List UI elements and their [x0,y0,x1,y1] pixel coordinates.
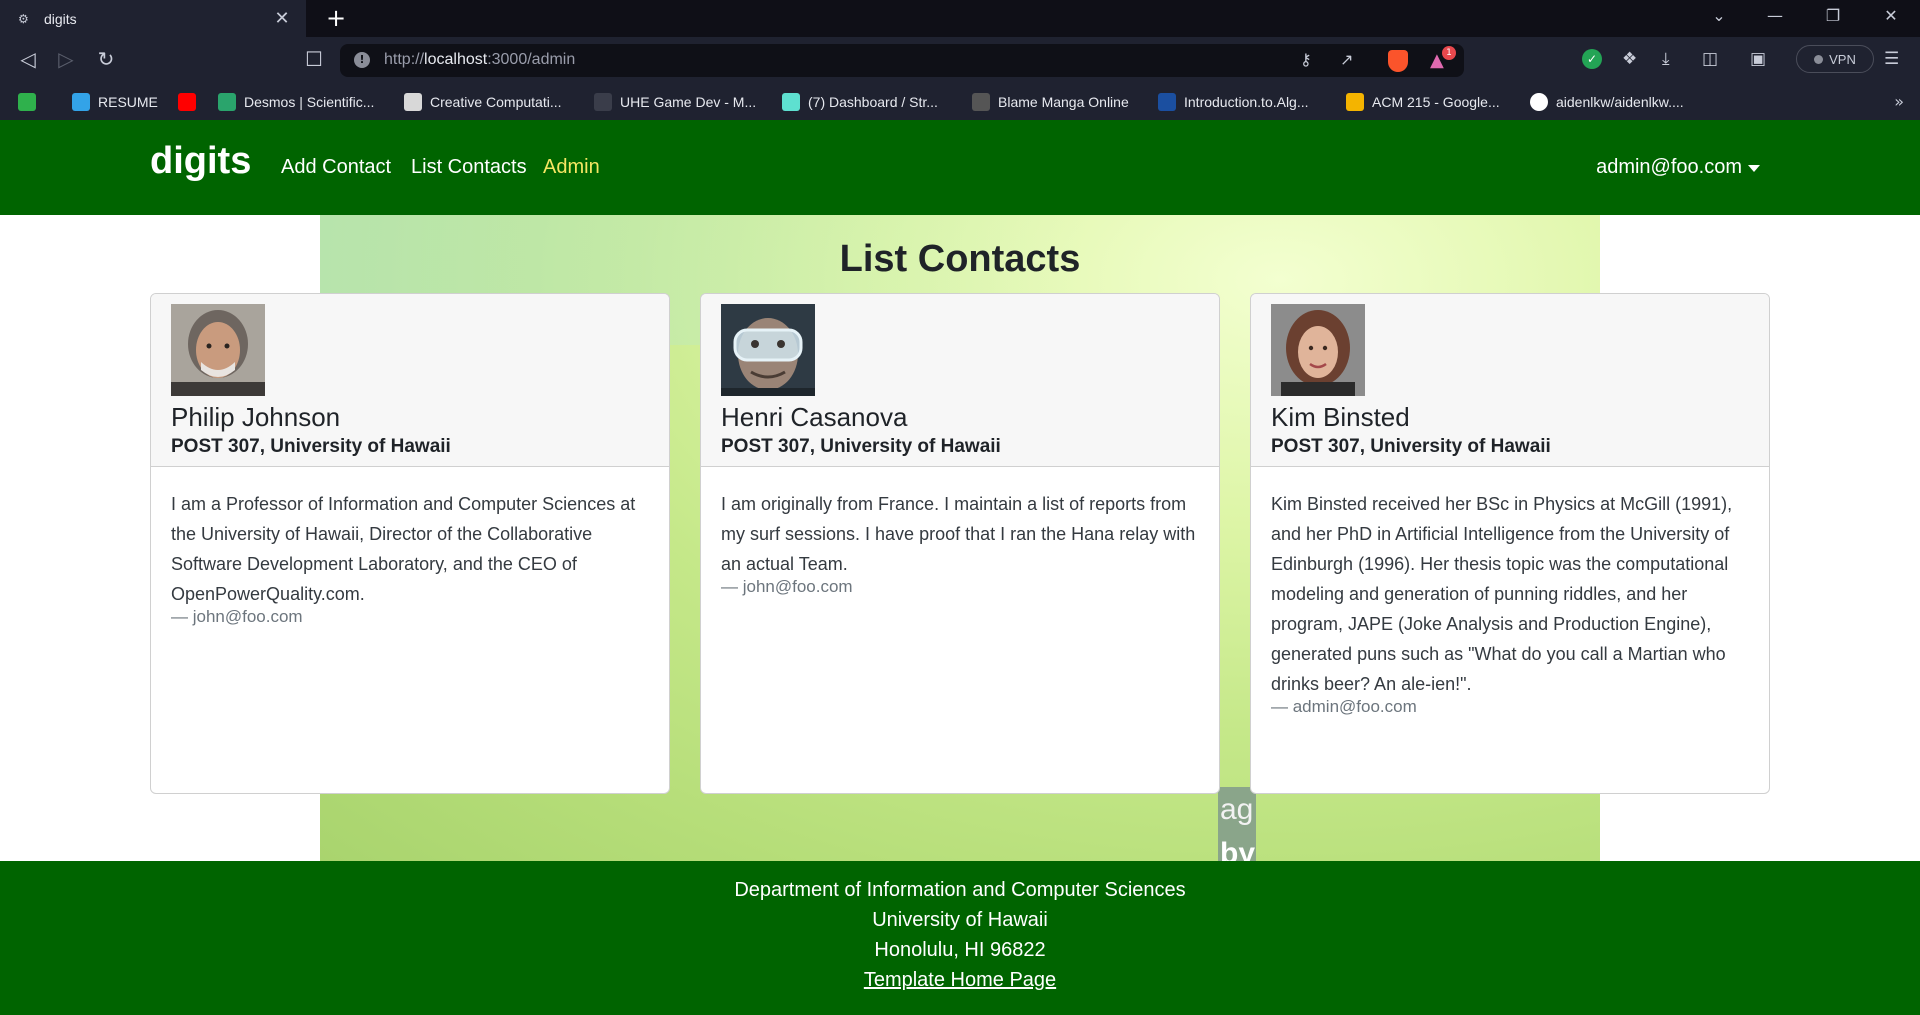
rewards-badge: 1 [1442,46,1456,60]
minimize-window-icon[interactable]: — [1760,6,1790,25]
new-tab-button[interactable]: + [322,4,350,32]
contact-card: Philip Johnson POST 307, University of H… [150,293,670,794]
user-email: admin@foo.com [1596,156,1742,178]
bookmark-item[interactable]: Desmos | Scientific... [218,91,374,113]
address-bar[interactable]: ! http://localhost:3000/admin ⚷ ↗ ▲ 1 [340,44,1464,77]
url-text[interactable]: http://localhost:3000/admin [384,51,575,69]
contact-owner: — john@foo.com [171,607,303,626]
uhe-icon [594,93,612,111]
contact-address: POST 307, University of Hawaii [1271,436,1551,457]
contact-owner: — john@foo.com [721,577,853,596]
bookmark-icon[interactable]: ☐ [300,47,328,71]
bookmark-item[interactable]: Blame Manga Online [972,91,1129,113]
nav-admin[interactable]: Admin [543,156,600,179]
tab-title: digits [44,10,77,27]
caret-down-icon [1748,165,1760,172]
brand-link[interactable]: digits [150,140,251,183]
bookmark-item[interactable] [178,91,204,113]
page-viewport: digits Add Contact List Contacts Admin a… [0,120,1920,1015]
download-icon[interactable]: ⤓ [1662,49,1670,69]
template-home-link[interactable]: Template Home Page [864,969,1056,991]
card-header: Kim Binsted POST 307, University of Hawa… [1251,294,1769,467]
contact-photo [1271,304,1365,396]
n-icon [72,93,90,111]
footer-address: Honolulu, HI 96822 [874,939,1046,961]
github-icon [1530,93,1548,111]
bookmark-item[interactable]: (7) Dashboard / Str... [782,91,938,113]
manga-icon [972,93,990,111]
contact-photo [171,304,265,396]
footer: Department of Information and Computer S… [0,861,1920,1015]
youtube-icon [178,93,196,111]
browser-tab-strip: ⚙ digits ✕ + ⌄ — ❐ ✕ [0,0,1920,37]
contact-card: Kim Binsted POST 307, University of Hawa… [1250,293,1770,794]
user-dropdown[interactable]: admin@foo.com [1596,156,1760,179]
contact-description: I am originally from France. I maintain … [721,494,1196,574]
card-header: Henri Casanova POST 307, University of H… [701,294,1219,467]
footer-university: University of Hawaii [872,909,1048,931]
contact-photo [721,304,815,396]
bookmark-item[interactable]: RESUME [72,91,158,113]
card-body: I am originally from France. I maintain … [721,489,1201,597]
nav-list-contacts[interactable]: List Contacts [411,156,527,179]
contact-name: Kim Binsted [1271,402,1410,432]
footer-department: Department of Information and Computer S… [734,879,1186,901]
bookmark-item[interactable] [18,91,44,113]
top-navbar: digits Add Contact List Contacts Admin a… [0,120,1920,215]
share-icon[interactable]: ↗ [1340,50,1353,69]
contact-address: POST 307, University of Hawaii [721,436,1001,457]
vpn-status-icon [1814,54,1824,64]
bookmarks-overflow-icon[interactable]: » [1894,92,1904,111]
browser-tab[interactable]: ⚙ digits ✕ [0,0,306,37]
drive-icon [1346,93,1364,111]
restore-window-icon[interactable]: ❐ [1818,6,1848,25]
vpn-label: VPN [1829,51,1856,67]
reload-icon[interactable]: ↻ [92,47,120,71]
menu-icon[interactable]: ☰ [1884,49,1899,69]
contact-description: I am a Professor of Information and Comp… [171,494,636,604]
bookmarks-bar: RESUME Desmos | Scientific... Creative C… [0,84,1920,120]
extensions-puzzle-icon[interactable]: ❖ [1622,49,1637,69]
brave-shields-icon[interactable] [1388,50,1408,72]
card-body: I am a Professor of Information and Comp… [171,489,651,627]
extension-check-icon[interactable]: ✓ [1582,49,1602,69]
bookmark-item[interactable]: Creative Computati... [404,91,562,113]
bookmark-item[interactable]: aidenlkw/aidenlkw.... [1530,91,1684,113]
wallet-icon[interactable]: ▣ [1750,49,1766,69]
card-header: Philip Johnson POST 307, University of H… [151,294,669,467]
browser-toolbar: ◁ ▷ ↻ ☐ ! http://localhost:3000/admin ⚷ … [0,37,1920,84]
bookmark-item[interactable]: ACM 215 - Google... [1346,91,1500,113]
nav-add-contact[interactable]: Add Contact [281,156,391,179]
site-favicon-icon: ⚙ [18,11,29,26]
creative-icon [404,93,422,111]
contact-address: POST 307, University of Hawaii [171,436,451,457]
check-icon [18,93,36,111]
page-title: List Contacts [839,238,1081,280]
discord-icon [782,93,800,111]
contact-name: Philip Johnson [171,402,341,432]
close-window-icon[interactable]: ✕ [1876,6,1906,25]
contact-name: Henri Casanova [721,402,908,432]
bookmark-item[interactable]: UHE Game Dev - M... [594,91,756,113]
desmos-icon [218,93,236,111]
bookmark-item[interactable]: Introduction.to.Alg... [1158,91,1309,113]
site-info-icon[interactable]: ! [354,52,370,68]
contact-description: Kim Binsted received her BSc in Physics … [1271,494,1733,694]
contact-card: Henri Casanova POST 307, University of H… [700,293,1220,794]
sidebar-icon[interactable]: ◫ [1702,49,1718,69]
vpn-button[interactable]: VPN [1796,45,1874,73]
back-icon[interactable]: ◁ [14,47,42,71]
book-icon [1158,93,1176,111]
key-icon[interactable]: ⚷ [1300,50,1312,69]
tab-search-chevron-icon[interactable]: ⌄ [1704,6,1734,25]
card-body: Kim Binsted received her BSc in Physics … [1271,489,1751,717]
tab-close-icon[interactable]: ✕ [272,8,292,29]
contact-owner: — admin@foo.com [1271,697,1417,716]
forward-icon[interactable]: ▷ [52,47,80,71]
